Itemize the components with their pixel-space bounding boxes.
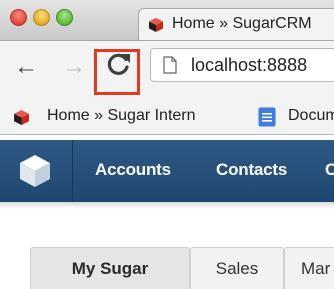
dashboard-tab-marketing[interactable]: Mar (284, 247, 334, 289)
page-icon (163, 56, 177, 74)
bookmarks-bar: Home » Sugar Intern Docum (0, 98, 334, 135)
zoom-window-button[interactable] (56, 9, 73, 26)
address-bar[interactable]: localhost:8888 (150, 48, 334, 82)
minimize-window-button[interactable] (33, 9, 50, 26)
back-button[interactable]: ← (14, 55, 38, 79)
reload-highlight-box (94, 49, 140, 95)
browser-tab-title: Home » SugarCRM (172, 15, 312, 32)
document-icon (258, 107, 276, 127)
sugar-navbar: Accounts Contacts C (0, 140, 334, 202)
nav-accounts[interactable]: Accounts (95, 160, 171, 180)
bookmark-documentation[interactable]: Docum (288, 107, 334, 125)
sugarcrm-logo-icon[interactable] (16, 152, 54, 190)
close-window-button[interactable] (10, 9, 27, 26)
nav-contacts[interactable]: Contacts (216, 160, 287, 180)
url-text: localhost:8888 (191, 55, 308, 75)
dashboard-tab-sales[interactable]: Sales (190, 247, 284, 289)
nav-item-truncated[interactable]: C (325, 160, 334, 180)
sugarcrm-cube-icon (14, 110, 29, 125)
browser-tab-sugarcrm[interactable]: Home » SugarCRM (138, 8, 334, 41)
dashboard-tab-my-sugar[interactable]: My Sugar (30, 247, 190, 289)
sugarcrm-cube-icon (149, 18, 163, 32)
navbar-divider (72, 140, 73, 202)
browser-tab-strip: Home » SugarCRM (0, 0, 334, 41)
forward-button[interactable]: → (62, 55, 86, 79)
bookmark-home-sugar[interactable]: Home » Sugar Intern (47, 107, 196, 125)
navbar-shadow (0, 202, 334, 208)
